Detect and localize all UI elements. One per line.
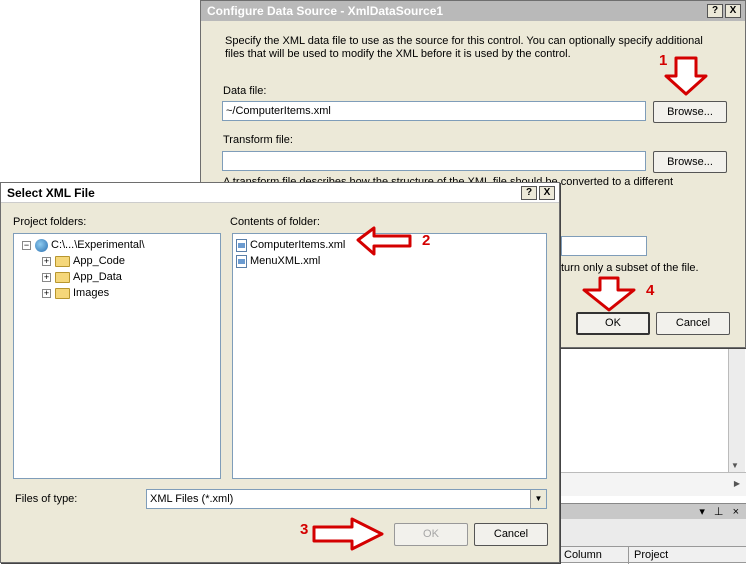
- annotation-step-3: 3: [300, 521, 309, 538]
- annotation-step-1: 1: [659, 52, 668, 69]
- annotation-arrow-2-icon: [356, 226, 412, 256]
- annotation-overlay: [312, 56, 708, 551]
- annotation-arrow-1-icon: [664, 56, 708, 96]
- annotation-arrow-4-icon: [582, 276, 636, 312]
- annotation-step-2: 2: [422, 232, 431, 249]
- annotation-arrow-3-icon: [312, 517, 384, 551]
- annotation-step-4: 4: [646, 282, 655, 299]
